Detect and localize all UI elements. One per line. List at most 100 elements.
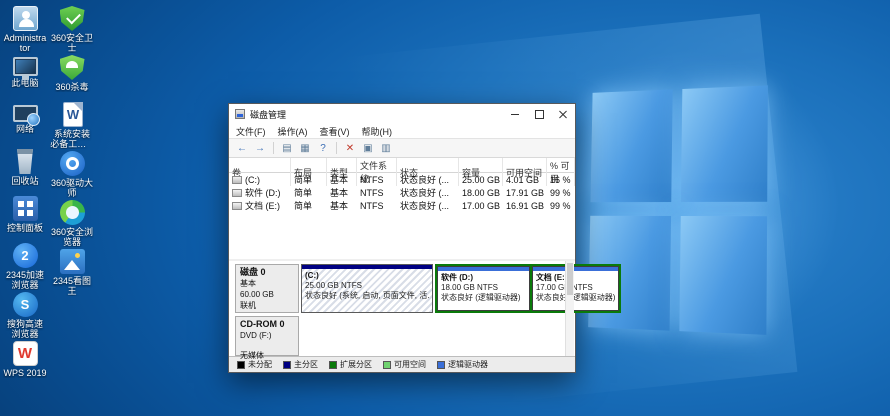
extended-partition: 软件 (D:) 18.00 GB NTFS 状态良好 (逻辑驱动器) 文档 (E… — [435, 264, 621, 313]
browser-glyph: S — [13, 292, 38, 317]
volume-row-c[interactable]: (C:) 简单 基本 NTFS 状态良好 (... 25.00 GB 4.01 … — [229, 173, 575, 186]
volume-row-e[interactable]: 文档 (E:) 简单 基本 NTFS 状态良好 (... 17.00 GB 16… — [229, 199, 575, 212]
desktop-icon-label: 2345加速浏览器 — [3, 270, 47, 290]
properties-icon[interactable]: ▦ — [297, 141, 313, 156]
cdrom-row: CD-ROM 0 DVD (F:) 无媒体 — [235, 316, 561, 356]
desktop-icon-label: 360安全浏览器 — [50, 227, 94, 247]
logical-drive-stripe — [533, 267, 618, 271]
minimize-button[interactable] — [503, 104, 527, 124]
explore-icon[interactable]: ▥ — [378, 141, 394, 156]
desktop-icon-wps[interactable]: W WPS 2019 — [3, 341, 47, 386]
close-button[interactable] — [551, 104, 575, 124]
desktop-icon-360-antivirus[interactable]: 360杀毒 — [50, 55, 94, 100]
desktop-icon-label: 360安全卫士 — [50, 33, 94, 53]
desktop-icon-network[interactable]: 网络 — [3, 102, 47, 147]
desktop-icon-administrator[interactable]: Administrator — [3, 6, 47, 53]
desktop-icon-360-browser[interactable]: 360安全浏览器 — [50, 200, 94, 247]
free-space-swatch-icon — [383, 361, 391, 369]
desktop-icon-label: WPS 2019 — [3, 368, 47, 378]
2345-browser-icon: 2 — [13, 243, 38, 268]
partition-d[interactable]: 软件 (D:) 18.00 GB NTFS 状态良好 (逻辑驱动器) — [437, 266, 530, 311]
desktop-icon-column-2: 360安全卫士 360杀毒 W 系统安装必备工具.docx 360驱动大师 36… — [50, 6, 94, 388]
windows-logo-pane — [681, 85, 768, 201]
computer-icon — [13, 57, 38, 76]
browser-glyph: 2 — [13, 243, 38, 268]
unallocated-swatch-icon — [237, 361, 245, 369]
desktop-icon-control-panel[interactable]: 控制面板 — [3, 196, 47, 241]
wps-glyph: W — [14, 342, 37, 365]
desktop-icon-label: 回收站 — [3, 176, 47, 186]
desktop-icon-label: 系统安装必备工具.docx — [50, 129, 94, 149]
menu-help[interactable]: 帮助(H) — [362, 125, 393, 138]
menu-file[interactable]: 文件(F) — [236, 125, 266, 138]
menu-view[interactable]: 查看(V) — [320, 125, 350, 138]
partition-e[interactable]: 文档 (E:) 17.00 GB NTFS 状态良好 (逻辑驱动器) — [532, 266, 619, 311]
desktop-icon-recycle-bin[interactable]: 回收站 — [3, 149, 47, 194]
desktop-icon-label: 搜狗高速浏览器 — [3, 319, 47, 339]
logical-drive-swatch-icon — [437, 361, 445, 369]
volume-row-d[interactable]: 软件 (D:) 简单 基本 NTFS 状态良好 (... 18.00 GB 17… — [229, 186, 575, 199]
logical-drive-stripe — [438, 267, 529, 271]
menu-action[interactable]: 操作(A) — [278, 125, 308, 138]
wps-icon: W — [13, 341, 38, 366]
extended-swatch-icon — [329, 361, 337, 369]
cdrom-label[interactable]: CD-ROM 0 DVD (F:) 无媒体 — [235, 316, 299, 356]
partition-c[interactable]: (C:) 25.00 GB NTFS 状态良好 (系统, 启动, 页面文件, 活… — [301, 264, 433, 313]
toolbar-separator — [273, 142, 274, 154]
globe-browser-icon — [60, 200, 85, 225]
legend-extended: 扩展分区 — [329, 359, 372, 370]
desktop-icon-360-safe[interactable]: 360安全卫士 — [50, 6, 94, 53]
legend-logical-drive: 逻辑驱动器 — [437, 359, 488, 370]
delete-volume-icon[interactable]: ✕ — [342, 141, 358, 156]
disk-management-window: 磁盘管理 文件(F) 操作(A) 查看(V) 帮助(H) ← → ▤ ▦ ? ✕… — [228, 103, 576, 373]
legend-free-space: 可用空间 — [383, 359, 426, 370]
sogou-browser-icon: S — [13, 292, 38, 317]
user-icon — [13, 6, 38, 31]
desktop-icon-2345-browser[interactable]: 2 2345加速浏览器 — [3, 243, 47, 290]
driver-master-icon — [60, 151, 85, 176]
desktop-icon-area: Administrator 此电脑 网络 回收站 控制面板 2 2345加速浏览… — [3, 6, 94, 388]
desktop-icon-label: 2345看图王 — [50, 276, 94, 296]
disk-0-label[interactable]: 磁盘 0 基本 60.00 GB 联机 — [235, 264, 299, 313]
primary-swatch-icon — [283, 361, 291, 369]
word-document-icon: W — [63, 102, 83, 127]
maximize-button[interactable] — [527, 104, 551, 124]
toolbar-separator — [336, 142, 337, 154]
desktop-icon-column-1: Administrator 此电脑 网络 回收站 控制面板 2 2345加速浏览… — [3, 6, 47, 388]
help-icon[interactable]: ? — [315, 141, 331, 156]
desktop-icon-this-pc[interactable]: 此电脑 — [3, 55, 47, 100]
console-tree-icon[interactable]: ▤ — [279, 141, 295, 156]
volume-list: 卷 布局 类型 文件系统 状态 容量 可用空间 % 可用 (C:) 简单 基本 … — [229, 158, 575, 261]
desktop-icon-label: Administrator — [3, 33, 47, 53]
graphical-view: 磁盘 0 基本 60.00 GB 联机 (C:) 25.00 GB NTFS 状… — [229, 261, 575, 356]
scrollbar-thumb[interactable] — [567, 263, 573, 295]
desktop-icon-label: 360驱动大师 — [50, 178, 94, 198]
volume-icon — [232, 202, 242, 210]
spacer — [240, 341, 294, 350]
open-icon[interactable]: ▣ — [360, 141, 376, 156]
desktop-icon-sogou-browser[interactable]: S 搜狗高速浏览器 — [3, 292, 47, 339]
disk-0-row: 磁盘 0 基本 60.00 GB 联机 (C:) 25.00 GB NTFS 状… — [235, 264, 561, 313]
shield-icon — [60, 6, 85, 31]
title-bar[interactable]: 磁盘管理 — [229, 104, 575, 124]
toolbar: ← → ▤ ▦ ? ✕ ▣ ▥ — [229, 139, 575, 158]
volume-icon — [232, 189, 242, 197]
windows-logo-pane — [591, 89, 673, 202]
vertical-scrollbar[interactable] — [565, 261, 574, 356]
volume-list-header: 卷 布局 类型 文件系统 状态 容量 可用空间 % 可用 — [229, 158, 575, 173]
forward-icon[interactable]: → — [252, 141, 268, 156]
primary-partition-stripe — [302, 265, 432, 269]
desktop-icon-setup-doc[interactable]: W 系统安装必备工具.docx — [50, 102, 94, 149]
picture-viewer-icon — [60, 249, 85, 274]
disk-management-icon — [235, 109, 245, 119]
desktop-icon-label: 控制面板 — [3, 223, 47, 233]
back-icon[interactable]: ← — [234, 141, 250, 156]
desktop-icon-label: 360杀毒 — [50, 82, 94, 92]
window-title: 磁盘管理 — [250, 108, 503, 121]
volume-icon — [232, 176, 242, 184]
antivirus-shield-icon — [60, 55, 85, 80]
network-icon — [13, 105, 38, 122]
desktop-icon-2345-picviewer[interactable]: 2345看图王 — [50, 249, 94, 296]
desktop-icon-360-driver[interactable]: 360驱动大师 — [50, 151, 94, 198]
doc-glyph: W — [64, 103, 82, 126]
